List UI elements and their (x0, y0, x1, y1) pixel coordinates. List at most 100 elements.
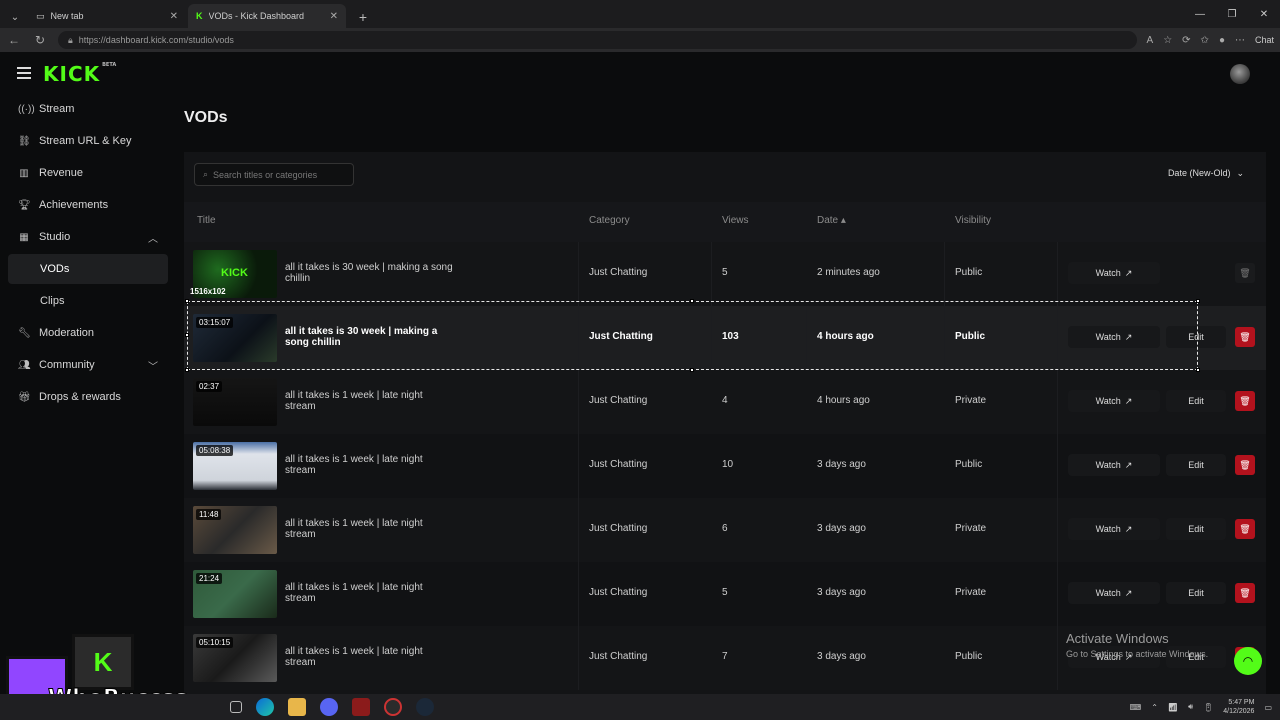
sidebar-item-achievements[interactable]: 🏆︎ Achievements (8, 190, 168, 220)
column-divider (1057, 434, 1058, 498)
table-row[interactable]: 11:48 all it takes is 1 week | late nigh… (184, 498, 1266, 562)
sidebar-item-revenue[interactable]: ▥ Revenue (8, 158, 168, 188)
watch-label: Watch (1095, 524, 1121, 534)
clock[interactable]: 5:47 PM 4/12/2026 (1223, 698, 1254, 716)
sidebar-item-moderation[interactable]: 🔧︎ Moderation (8, 318, 168, 348)
sidebar-item-stream[interactable]: ((·)) Stream (8, 94, 168, 124)
vod-title[interactable]: all it takes is 1 week | late night stre… (285, 582, 455, 604)
kick-logo[interactable]: KICK BETA (43, 62, 116, 86)
support-chat-button[interactable]: ◠ (1234, 647, 1262, 675)
table-row[interactable]: 05:08:38 all it takes is 1 week | late n… (184, 434, 1266, 498)
url-field[interactable]: 🔒︎ https://dashboard.kick.com/studio/vod… (58, 31, 1137, 49)
search-placeholder: Search titles or categories (213, 169, 318, 180)
edit-button[interactable]: Edit (1166, 518, 1226, 540)
sidebar-item-vods[interactable]: VODs (8, 254, 168, 284)
notifications-icon[interactable]: ▭ (1264, 703, 1272, 712)
obs-icon[interactable] (384, 698, 402, 716)
hamburger-menu-icon[interactable] (17, 67, 31, 79)
watch-button[interactable]: Watch ↗ (1068, 518, 1160, 540)
close-tab-icon[interactable]: ✕ (170, 11, 178, 22)
table-row[interactable]: KICK all it takes is 30 week | making a … (184, 242, 1266, 306)
favorites-icon[interactable]: ✩ (1201, 35, 1209, 46)
app-icon[interactable] (352, 698, 370, 716)
vod-title[interactable]: all it takes is 1 week | late night stre… (285, 646, 455, 668)
address-bar: ← ↻ 🔒︎ https://dashboard.kick.com/studio… (0, 28, 1280, 52)
battery-icon[interactable]: 🔋︎ (1203, 703, 1213, 712)
clock-date: 4/12/2026 (1223, 708, 1255, 715)
refresh-extension-icon[interactable]: ⟳ (1182, 35, 1190, 46)
copilot-chat-button[interactable]: Chat (1255, 35, 1274, 45)
column-divider (711, 242, 712, 306)
column-header-views[interactable]: Views (722, 215, 749, 226)
vod-date: 3 days ago (817, 459, 866, 470)
watch-button[interactable]: Watch ↗ (1068, 262, 1160, 284)
refresh-icon[interactable]: ↻ (32, 33, 48, 47)
profile-icon[interactable]: ● (1219, 35, 1225, 46)
file-explorer-icon[interactable] (288, 698, 306, 716)
more-options-icon[interactable]: ⋯ (1235, 35, 1245, 46)
favorite-star-icon[interactable]: ☆ (1163, 35, 1172, 46)
vod-category: Just Chatting (589, 459, 648, 470)
chevron-up-icon[interactable]: ⌃ (1151, 703, 1158, 712)
delete-button[interactable]: 🗑︎ (1235, 391, 1255, 411)
sidebar-item-studio[interactable]: ▦ Studio ︿ (8, 222, 168, 252)
edit-button[interactable]: Edit (1166, 390, 1226, 412)
table-row[interactable]: 21:24 all it takes is 1 week | late nigh… (184, 562, 1266, 626)
keyboard-icon[interactable]: ⌨ (1130, 703, 1142, 712)
sidebar-item-clips[interactable]: Clips (8, 286, 168, 316)
sidebar-item-label: Drops & rewards (39, 391, 121, 403)
delete-button[interactable]: 🗑︎ (1235, 519, 1255, 539)
search-input[interactable]: ⌕ Search titles or categories (194, 163, 354, 186)
chevron-down-icon: ﹀ (148, 361, 158, 373)
sidebar-item-community[interactable]: 👥︎ Community ﹀ (8, 350, 168, 380)
read-aloud-icon[interactable]: A (1147, 35, 1154, 46)
network-icon[interactable]: 📶︎ (1168, 703, 1178, 712)
column-header-title[interactable]: Title (197, 215, 216, 226)
table-row[interactable]: 02:37 all it takes is 1 week | late nigh… (184, 370, 1266, 434)
user-avatar[interactable] (1230, 64, 1250, 84)
edge-icon[interactable] (256, 698, 274, 716)
table-row[interactable]: 03:15:07 all it takes is 30 week | makin… (184, 306, 1266, 370)
back-icon[interactable]: ← (6, 33, 22, 47)
table-header: Title Category Views Date ▴ Visibility (184, 202, 1266, 242)
edit-button[interactable]: Edit (1166, 326, 1226, 348)
column-divider (1057, 562, 1058, 626)
delete-button[interactable]: 🗑︎ (1235, 327, 1255, 347)
sidebar-item-stream-url-key[interactable]: ⛓ Stream URL & Key (8, 126, 168, 156)
vod-title[interactable]: all it takes is 30 week | making a song … (285, 262, 455, 284)
vod-title[interactable]: all it takes is 1 week | late night stre… (285, 454, 455, 476)
vod-title[interactable]: all it takes is 1 week | late night stre… (285, 390, 455, 412)
maximize-icon[interactable]: ❐ (1216, 0, 1248, 28)
vod-title[interactable]: all it takes is 1 week | late night stre… (285, 518, 455, 540)
column-header-visibility[interactable]: Visibility (955, 215, 991, 226)
sidebar-item-drops-rewards[interactable]: 🎁︎ Drops & rewards (8, 382, 168, 412)
watch-button[interactable]: Watch ↗ (1068, 582, 1160, 604)
watch-button[interactable]: Watch ↗ (1068, 390, 1160, 412)
browser-tab-new-tab[interactable]: ▭ New tab ✕ (28, 4, 186, 28)
watch-button[interactable]: Watch ↗ (1068, 454, 1160, 476)
browser-tab-kick-dashboard[interactable]: K VODs - Kick Dashboard ✕ (188, 4, 346, 28)
edit-button[interactable]: Edit (1166, 454, 1226, 476)
edit-button[interactable]: Edit (1166, 582, 1226, 604)
delete-button[interactable]: 🗑︎ (1235, 455, 1255, 475)
sort-dropdown[interactable]: Date (New-Old) ⌄ (1168, 168, 1244, 179)
new-tab-button[interactable]: + (352, 6, 374, 28)
column-header-category[interactable]: Category (589, 215, 630, 226)
close-tab-icon[interactable]: ✕ (330, 11, 338, 22)
close-window-icon[interactable]: ✕ (1248, 0, 1280, 28)
url-text: https://dashboard.kick.com/studio/vods (78, 35, 234, 45)
vod-title[interactable]: all it takes is 30 week | making a song … (285, 326, 455, 348)
volume-icon[interactable]: 🔊︎ (1188, 702, 1193, 712)
discord-icon[interactable] (320, 698, 338, 716)
watch-button[interactable]: Watch ↗ (1068, 326, 1160, 348)
kick-thumbnail-logo: KICK (221, 267, 248, 279)
task-view-icon[interactable] (230, 701, 242, 713)
delete-button[interactable]: 🗑︎ (1235, 583, 1255, 603)
vod-category: Just Chatting (589, 651, 648, 662)
vod-views: 5 (722, 267, 728, 278)
minimize-icon[interactable]: — (1184, 0, 1216, 28)
delete-button[interactable]: 🗑︎ (1235, 263, 1255, 283)
column-header-date[interactable]: Date ▴ (817, 215, 846, 226)
steam-icon[interactable] (416, 698, 434, 716)
tab-list-dropdown[interactable]: ⌄ (4, 6, 26, 28)
